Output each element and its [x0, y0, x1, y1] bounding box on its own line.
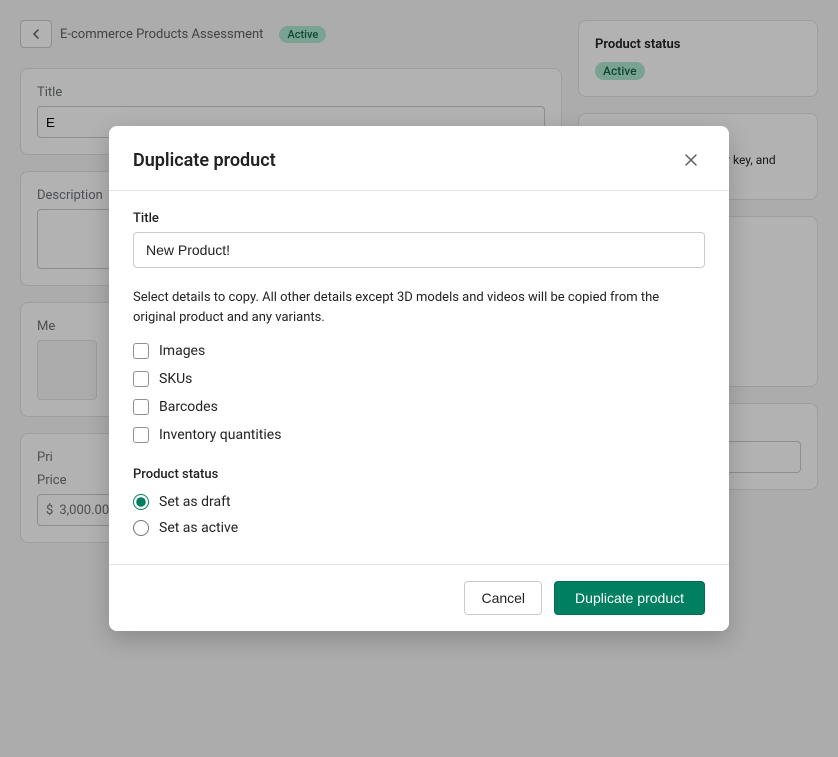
radio-draft-input[interactable]	[133, 494, 149, 510]
checkbox-inventory[interactable]: Inventory quantities	[133, 427, 705, 443]
modal-close-button[interactable]	[677, 146, 705, 174]
duplicate-product-modal: Duplicate product Title Select details t…	[109, 126, 729, 631]
title-field-group: Title	[133, 211, 705, 268]
modal-footer: Cancel Duplicate product	[109, 564, 729, 631]
checkbox-group: Images SKUs Barcodes Inventory quantitie…	[133, 343, 705, 443]
checkbox-images[interactable]: Images	[133, 343, 705, 359]
checkbox-images-label: Images	[159, 343, 205, 359]
radio-active-label: Set as active	[159, 520, 238, 536]
modal-header: Duplicate product	[109, 126, 729, 191]
cancel-button[interactable]: Cancel	[464, 581, 542, 615]
checkbox-skus-label: SKUs	[159, 371, 192, 387]
checkbox-skus[interactable]: SKUs	[133, 371, 705, 387]
modal-overlay: Duplicate product Title Select details t…	[0, 0, 838, 757]
modal-body: Title Select details to copy. All other …	[109, 191, 729, 564]
radio-active-input[interactable]	[133, 520, 149, 536]
modal-title: Duplicate product	[133, 150, 276, 171]
modal-title-input[interactable]	[133, 232, 705, 268]
radio-draft-label: Set as draft	[159, 494, 231, 510]
checkbox-inventory-input[interactable]	[133, 427, 149, 443]
radio-draft[interactable]: Set as draft	[133, 494, 705, 510]
product-status-section: Product status Set as draft Set as activ…	[133, 467, 705, 536]
checkbox-barcodes[interactable]: Barcodes	[133, 399, 705, 415]
product-status-section-label: Product status	[133, 467, 705, 482]
checkbox-inventory-label: Inventory quantities	[159, 427, 281, 443]
checkbox-skus-input[interactable]	[133, 371, 149, 387]
title-field-label: Title	[133, 211, 705, 226]
checkbox-barcodes-input[interactable]	[133, 399, 149, 415]
duplicate-button[interactable]: Duplicate product	[554, 581, 705, 615]
checkbox-images-input[interactable]	[133, 343, 149, 359]
copy-details-text: Select details to copy. All other detail…	[133, 288, 705, 327]
checkbox-barcodes-label: Barcodes	[159, 399, 218, 415]
radio-group: Set as draft Set as active	[133, 494, 705, 536]
radio-active[interactable]: Set as active	[133, 520, 705, 536]
close-icon	[681, 150, 701, 170]
